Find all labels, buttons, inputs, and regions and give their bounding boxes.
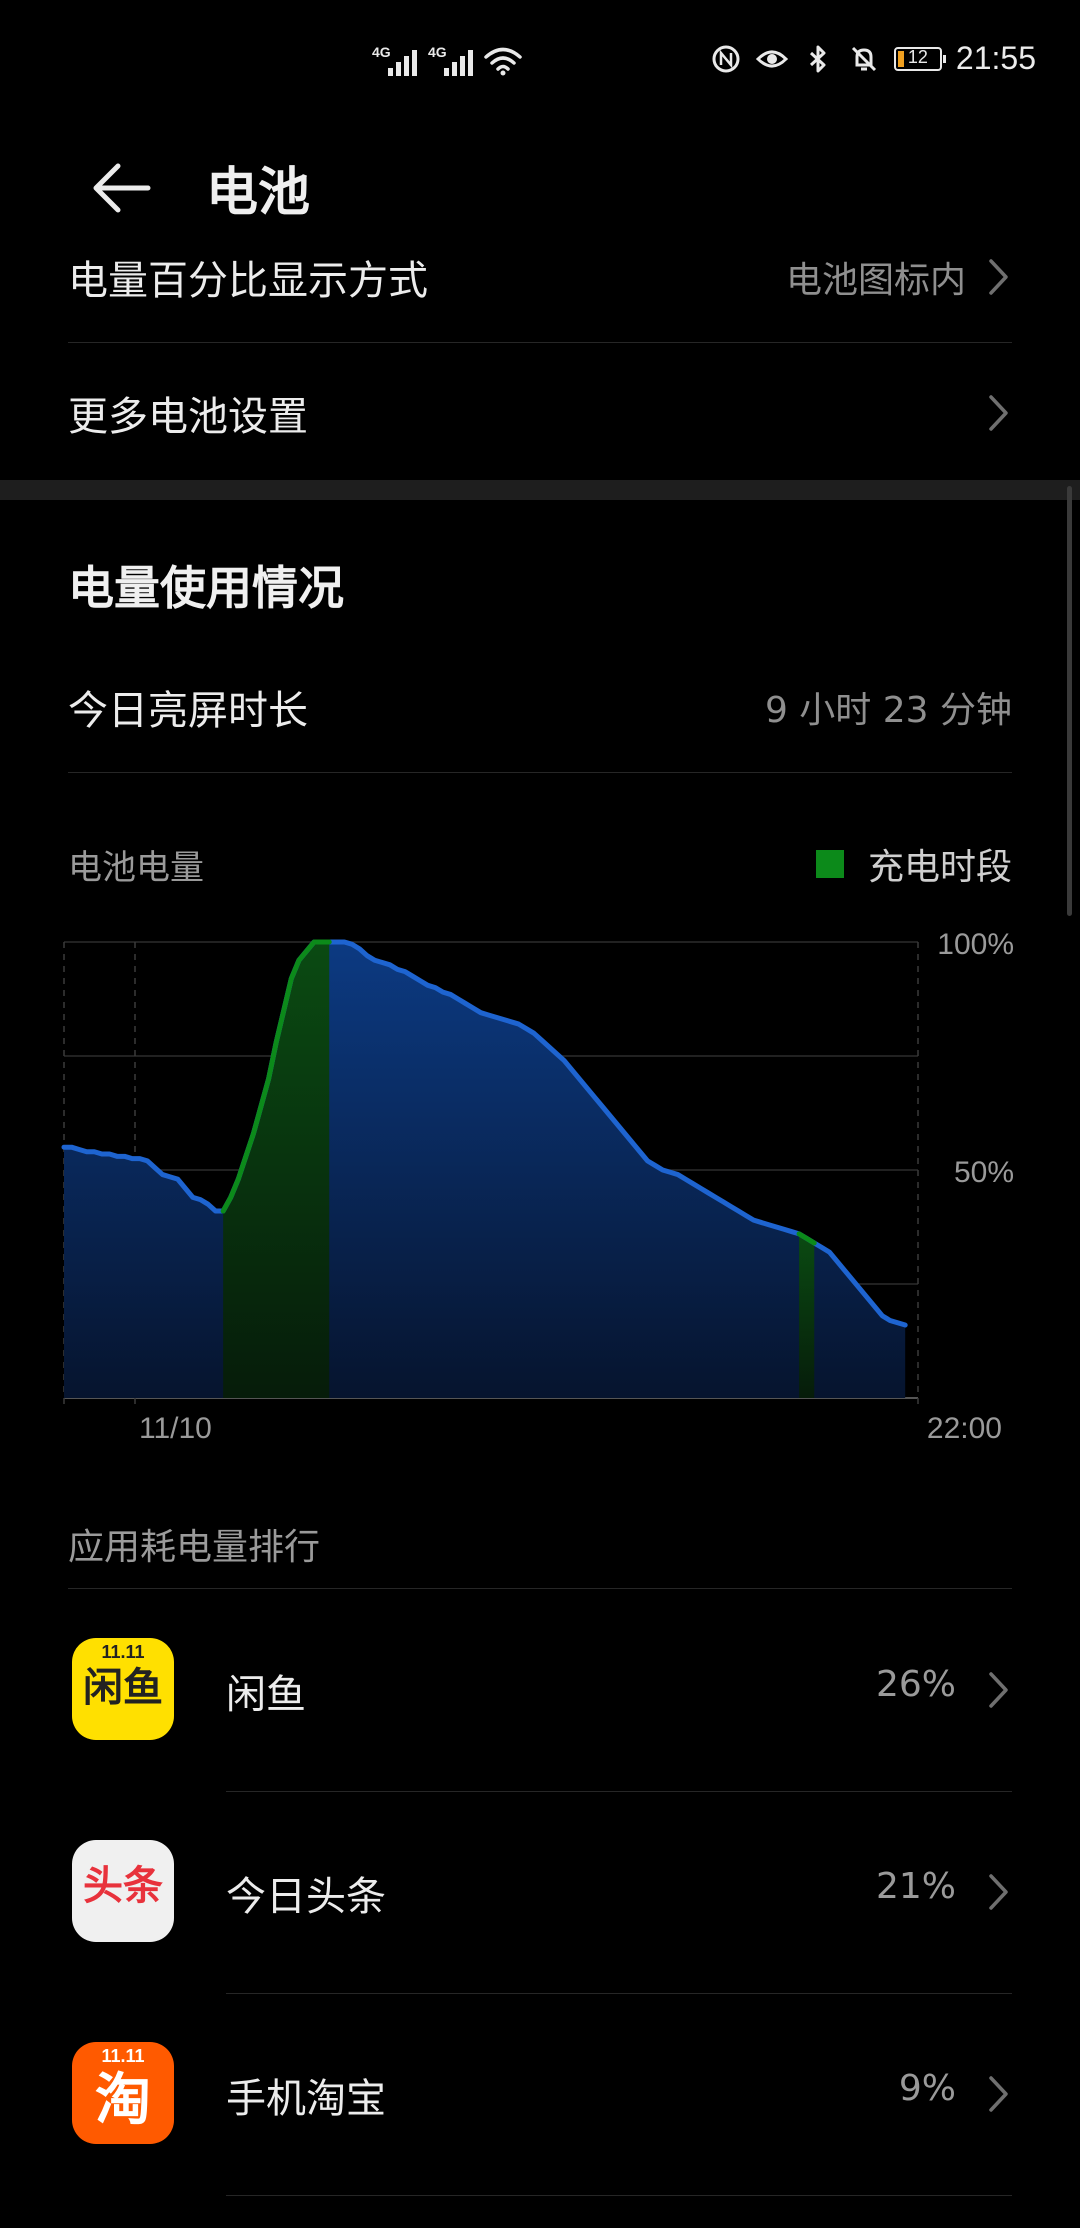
- y-tick-label: 100%: [937, 928, 1014, 961]
- app-icon-label: 闲鱼: [83, 1665, 163, 1711]
- section-separator: [0, 480, 1080, 500]
- header: 电池: [0, 126, 1080, 236]
- app-battery-percent: 9%: [898, 2068, 956, 2109]
- divider: [226, 1791, 1012, 1792]
- percent-display-label: 电量百分比显示方式: [68, 258, 428, 304]
- network-indicators: 4G 4G: [372, 44, 522, 76]
- percent-display-value: 电池图标内: [785, 260, 966, 301]
- screen-time-value: 9 小时 23 分钟: [764, 690, 1012, 731]
- app-row[interactable]: 11.11 闲鱼 闲鱼 26%: [0, 1592, 1080, 1792]
- divider: [226, 2195, 1012, 2196]
- battery-level: 12: [907, 46, 928, 67]
- system-indicators: 12 21:55: [710, 40, 1036, 77]
- divider: [68, 772, 1012, 773]
- page-title: 电池: [206, 163, 311, 223]
- app-name: 今日头条: [226, 1874, 386, 1920]
- app-battery-percent: 21%: [875, 1866, 956, 1907]
- scrollbar[interactable]: [1067, 486, 1072, 916]
- mute-icon: [851, 46, 876, 71]
- chevron-right-icon: [989, 259, 1008, 295]
- app-name: 手机淘宝: [226, 2076, 386, 2122]
- more-battery-settings-label: 更多电池设置: [68, 394, 308, 440]
- app-name: 闲鱼: [226, 1672, 306, 1718]
- bluetooth-icon: [809, 45, 826, 72]
- app-icon-badge: 11.11: [101, 2046, 145, 2066]
- clock: 21:55: [955, 40, 1036, 76]
- charging-period-area: [799, 1233, 815, 1398]
- divider: [226, 1993, 1012, 1994]
- battery-icon: 12: [893, 46, 946, 71]
- divider: [68, 1588, 1012, 1589]
- app-icon: 头条: [72, 1840, 174, 1942]
- chevron-right-icon: [989, 2076, 1008, 2112]
- screen-time-label: 今日亮屏时长: [68, 688, 308, 734]
- more-battery-settings-row[interactable]: 更多电池设置: [68, 380, 1012, 446]
- app-icon-label: 淘: [95, 2068, 151, 2133]
- app-icon: 11.11 淘: [72, 2042, 174, 2144]
- x-tick-label: 22:00: [927, 1412, 1002, 1440]
- x-tick-label: 11/10: [139, 1412, 212, 1440]
- back-arrow-icon[interactable]: [84, 148, 164, 228]
- app-row[interactable]: 11.11 淘 手机淘宝 9%: [0, 1996, 1080, 2196]
- signal-icon: 4G: [428, 44, 476, 76]
- app-row[interactable]: 头条 今日头条 21%: [0, 1794, 1080, 1994]
- ranking-title: 应用耗电量排行: [68, 1527, 321, 1568]
- signal-icon: 4G: [372, 44, 420, 76]
- battery-level-chart[interactable]: 100% 50% 11/10 22:00: [0, 920, 1080, 1440]
- percent-display-row[interactable]: 电量百分比显示方式 电池图标内: [68, 244, 1012, 310]
- chart-title: 电池电量: [68, 848, 204, 888]
- divider: [68, 342, 1012, 343]
- chart-legend: 充电时段: [815, 838, 1012, 890]
- app-icon: 11.11 闲鱼: [72, 1638, 174, 1740]
- chevron-right-icon: [989, 395, 1008, 431]
- nfc-icon: [712, 45, 740, 72]
- status-bar: 4G 4G 12 21:55: [0, 0, 1080, 126]
- y-tick-label: 50%: [954, 1156, 1014, 1189]
- screen-time-row: 今日亮屏时长 9 小时 23 分钟: [68, 674, 1012, 740]
- app-icon-label: 头条: [83, 1863, 163, 1909]
- wifi-icon: [484, 47, 522, 76]
- app-battery-percent: 26%: [875, 1664, 956, 1705]
- chevron-right-icon: [989, 1672, 1008, 1708]
- legend-label-charging: 充电时段: [867, 847, 1012, 888]
- chevron-right-icon: [989, 1874, 1008, 1910]
- app-icon-badge: 11.11: [101, 1642, 145, 1662]
- legend-swatch-charging: [815, 850, 844, 878]
- usage-section-title: 电量使用情况: [68, 561, 344, 615]
- eye-icon: [755, 50, 788, 67]
